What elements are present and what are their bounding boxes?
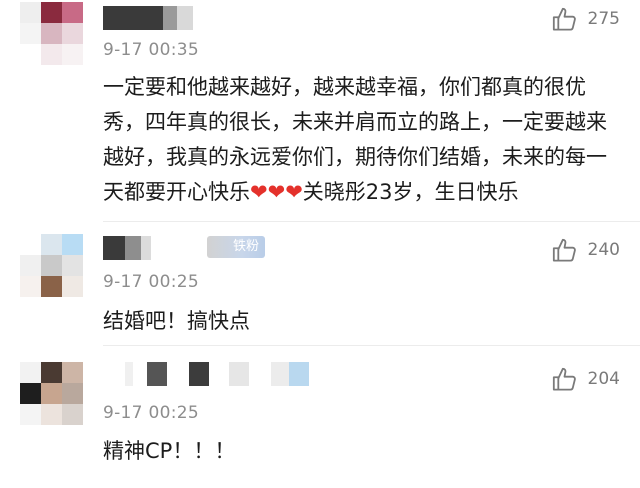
username[interactable]	[103, 362, 313, 386]
like-count: 240	[587, 240, 620, 260]
avatar[interactable]	[20, 234, 84, 298]
comment-time: 9-17 00:25	[103, 403, 199, 423]
comment-text: 精神CP！！！	[103, 439, 236, 463]
username[interactable]	[103, 6, 193, 30]
thumbs-up-icon	[551, 6, 578, 33]
comment-text: 一定要和他越来越好，越来越幸福，你们都真的很优秀，四年真的很长，未来并肩而立的路…	[103, 70, 618, 210]
like-count: 275	[587, 9, 620, 29]
fan-badge-label: 铁粉	[232, 239, 259, 254]
like-count: 204	[587, 369, 620, 389]
comment-time: 9-17 00:25	[103, 272, 199, 292]
username[interactable]	[103, 236, 163, 260]
comment-item: 9-17 00:25 204 精神CP！！！	[0, 346, 640, 488]
comment-text-tail: 关晓彤23岁，生日快乐	[302, 180, 519, 204]
like-button[interactable]: 240	[551, 235, 620, 265]
comment-text: 结婚吧！搞快点	[103, 309, 250, 333]
like-button[interactable]: 204	[551, 364, 620, 394]
thumbs-up-icon	[551, 366, 578, 393]
avatar[interactable]	[20, 362, 84, 426]
avatar[interactable]	[20, 2, 84, 66]
comment-item: 9-17 00:35 275 一定要和他越来越好，越来越幸福，你们都真的很优秀，…	[0, 0, 640, 210]
comment-time: 9-17 00:35	[103, 40, 199, 60]
comment-item: 铁粉 9-17 00:25 240 结婚吧！搞快点	[0, 222, 640, 342]
like-button[interactable]: 275	[551, 4, 620, 34]
fan-badge: 铁粉	[207, 236, 265, 258]
heart-emojis: ❤❤❤	[250, 180, 303, 204]
thumbs-up-icon	[551, 237, 578, 264]
